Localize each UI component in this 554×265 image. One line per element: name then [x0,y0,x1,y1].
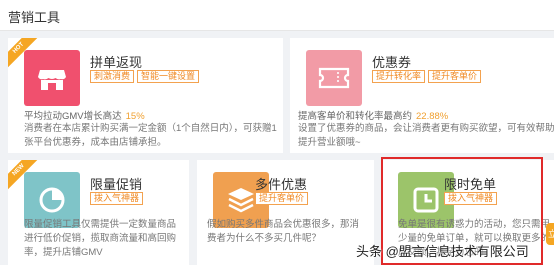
tag-list: 拨入气神器 [444,192,498,205]
tag: 提升转化率 [372,70,426,83]
card-description: 设置了优惠券的商品，会让消费者更有购买欲望，可有效帮助提升营业额哦~ [298,123,554,148]
stat-value: 22.88% [416,111,449,122]
card-description: 假如购买多件商品会优惠很多，那消费者为什么不多买几件呢？ [207,219,360,244]
side-float-button[interactable]: 立 [546,223,554,245]
tag-list: 提升客单价 [255,192,309,205]
stat-line: 平均拉动GMV增长高达 15% [24,108,145,122]
tag: 智能一键设置 [137,70,200,83]
stat-value: 15% [125,111,145,122]
card-pindan-fanxian[interactable]: HOT 拼单返现 刺激消费 智能一键设置 平均拉动GMV增长高达 15% 消费者在… [8,38,283,153]
header-bar: 营销工具 [0,0,554,31]
card-description: 消费者在本店累计购买满一定金额（1个自然日内），可获赠1张平台优惠券，成本由店铺… [24,123,277,148]
watermark-text: 头条 @盟言信息技术有限公司 [356,244,529,259]
tag-list: 提升转化率 提升客单价 [372,70,482,83]
tag: 拨入气神器 [444,192,498,205]
card-title: 限量促销 [90,177,143,192]
stat-label: 平均拉动GMV增长高达 [24,111,122,122]
card-title: 优惠券 [372,55,412,70]
page-title: 营销工具 [8,10,61,25]
card-coupon[interactable]: 优惠券 提升转化率 提升客单价 提高客单价和转化率最高约 22.88% 设置了优惠… [290,38,554,153]
tag: 拨入气神器 [90,192,144,205]
tag: 提升客单价 [428,70,482,83]
card-title: 拼单返现 [90,55,143,70]
tag: 刺激消费 [90,70,135,83]
card-title: 多件优惠 [255,177,308,192]
tag: 提升客单价 [255,192,309,205]
card-flash-sale[interactable]: NEW 限量促销 拨入气神器 限量促销工具仅需提供一定数量商品进行低价促销，揽取… [8,160,189,265]
stat-line: 提高客单价和转化率最高约 22.88% [298,108,448,122]
card-description: 限量促销工具仅需提供一定数量商品进行低价促销，揽取商流量和高回购率，提升店铺GM… [24,219,177,258]
store-icon [24,50,80,106]
tag-list: 刺激消费 智能一键设置 [90,70,200,83]
card-title: 限时免单 [444,177,497,192]
stat-label: 提高客单价和转化率最高约 [298,111,413,122]
card-multi-discount[interactable]: 多件优惠 提升客单价 假如购买多件商品会优惠很多，那消费者为什么不多买几件呢？ [197,160,374,265]
tag-list: 拨入气神器 [90,192,144,205]
coupon-icon [306,50,362,106]
